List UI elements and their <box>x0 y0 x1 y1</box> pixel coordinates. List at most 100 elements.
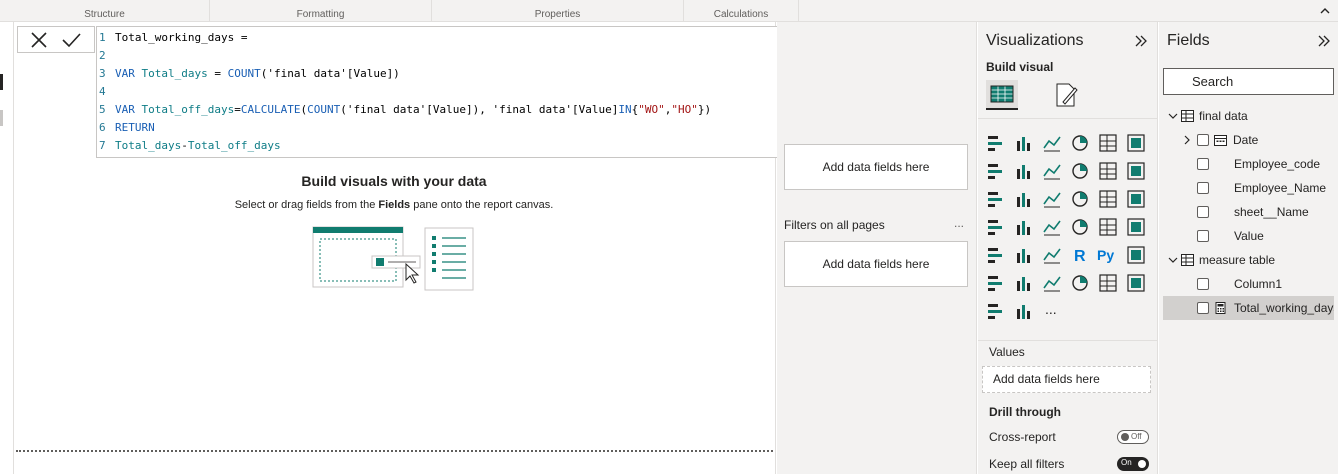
field-table-0[interactable]: final data <box>1163 104 1334 128</box>
stacked-bar-chart-icon[interactable] <box>985 132 1007 154</box>
clustered-column-chart-icon[interactable] <box>1069 132 1091 154</box>
ribbon-collapse-icon[interactable] <box>1318 4 1332 18</box>
pie-chart-icon[interactable] <box>1069 188 1091 210</box>
field-item-employee-code[interactable]: Employee_code <box>1163 152 1334 176</box>
100-stacked-column-chart-icon[interactable] <box>1125 132 1147 154</box>
stacked-area-chart-icon[interactable] <box>1041 160 1063 182</box>
area-chart-icon[interactable] <box>1013 160 1035 182</box>
formula-token: ('final data'[Value]) <box>260 67 400 80</box>
chevron-down-icon[interactable] <box>1167 254 1179 266</box>
formula-line[interactable]: 2 <box>97 47 115 65</box>
r-visual-icon[interactable]: R <box>1069 244 1091 266</box>
funnel-chart-icon[interactable] <box>1013 188 1035 210</box>
field-item-sheet-name[interactable]: sheet__Name <box>1163 200 1334 224</box>
field-checkbox[interactable] <box>1197 182 1209 194</box>
card-icon[interactable] <box>1069 216 1091 238</box>
canvas-empty-subtitle: Select or drag fields from the Fields pa… <box>114 199 674 211</box>
build-visual-label: Build visual <box>986 60 1054 74</box>
python-visual-icon[interactable]: Py <box>1097 244 1119 266</box>
ribbon-group-calculations: Calculations <box>684 0 799 22</box>
waterfall-chart-icon[interactable] <box>985 188 1007 210</box>
formula-token: VAR <box>115 103 142 116</box>
collapse-pane-icon[interactable] <box>1134 34 1148 48</box>
line-and-column-chart-icon[interactable] <box>1069 160 1091 182</box>
formula-line[interactable]: 3 VAR Total_days = COUNT('final data'[Val… <box>97 65 400 83</box>
calculator-icon <box>1215 302 1226 314</box>
qa-icon[interactable] <box>1013 272 1035 294</box>
field-checkbox[interactable] <box>1197 230 1209 242</box>
kpi-icon[interactable] <box>1125 216 1147 238</box>
filters-all-pages-drop-zone[interactable]: Add data fields here <box>784 241 968 287</box>
field-table-1[interactable]: measure table <box>1163 248 1334 272</box>
donut-chart-icon[interactable] <box>1097 188 1119 210</box>
field-checkbox[interactable] <box>1197 158 1209 170</box>
key-influencers-icon[interactable] <box>1125 244 1147 266</box>
paginated-report-icon[interactable] <box>1097 272 1119 294</box>
smart-narrative-icon[interactable] <box>1041 272 1063 294</box>
cancel-formula-button[interactable] <box>28 30 50 50</box>
formula-token: CALCULATE <box>240 103 301 116</box>
field-checkbox[interactable] <box>1197 206 1209 218</box>
matrix-icon[interactable] <box>1041 244 1063 266</box>
format-visual-icon[interactable] <box>1053 82 1079 108</box>
line-clustered-column-chart-icon[interactable] <box>1097 160 1119 182</box>
line-number: 2 <box>99 49 106 62</box>
chevron-right-icon[interactable] <box>1181 134 1193 146</box>
field-item-date[interactable]: Date <box>1163 128 1334 152</box>
checkmark-icon <box>62 33 81 48</box>
values-label: Values <box>989 345 1025 359</box>
formula-line[interactable]: 6 RETURN <box>97 119 155 137</box>
filters-pane: Add data fields here Filters on all page… <box>777 22 977 474</box>
formula-line[interactable]: 7 Total_days-Total_off_days <box>97 137 281 155</box>
multi-row-card-icon[interactable] <box>1097 216 1119 238</box>
trophy-icon[interactable] <box>1069 272 1091 294</box>
filters-on-page-drop-zone[interactable]: Add data fields here <box>784 144 968 190</box>
collapse-fields-icon[interactable] <box>1317 34 1331 48</box>
values-drop-zone[interactable]: Add data fields here <box>982 366 1151 393</box>
commit-formula-button[interactable] <box>60 30 82 50</box>
treemap-icon[interactable] <box>1125 188 1147 210</box>
table-view-icon[interactable] <box>0 110 3 126</box>
scatter-chart-icon[interactable] <box>1041 188 1063 210</box>
fields-search-input[interactable]: Search <box>1163 68 1334 95</box>
filled-map-icon[interactable] <box>1013 216 1035 238</box>
field-checkbox[interactable] <box>1197 134 1209 146</box>
map-icon[interactable] <box>985 216 1007 238</box>
gauge-icon[interactable] <box>1041 216 1063 238</box>
power-apps-icon[interactable] <box>985 300 1007 322</box>
slicer-icon[interactable] <box>985 244 1007 266</box>
cross-report-toggle[interactable]: Off <box>1117 430 1149 444</box>
build-visual-tab[interactable] <box>986 80 1018 110</box>
100-stacked-bar-chart-icon[interactable] <box>1097 132 1119 154</box>
line-chart-icon[interactable] <box>985 160 1007 182</box>
formula-line[interactable]: 4 <box>97 83 115 101</box>
table-icon[interactable] <box>1013 244 1035 266</box>
field-item-employee-name[interactable]: Employee_Name <box>1163 176 1334 200</box>
chevron-down-icon[interactable] <box>1167 110 1179 122</box>
keep-all-filters-toggle[interactable]: On <box>1117 457 1149 471</box>
page-view-strip <box>0 22 14 474</box>
more-visuals-icon[interactable]: ... <box>1041 300 1063 322</box>
field-checkbox[interactable] <box>1197 278 1209 290</box>
field-item-column1[interactable]: Column1 <box>1163 272 1334 296</box>
field-name: sheet__Name <box>1234 205 1309 219</box>
report-view-indicator[interactable] <box>0 74 3 90</box>
close-icon <box>31 32 47 48</box>
formula-line[interactable]: 5 VAR Total_off_days=CALCULATE(COUNT('fin… <box>97 101 711 119</box>
field-checkbox[interactable] <box>1197 302 1209 314</box>
stacked-column-chart-icon[interactable] <box>1013 132 1035 154</box>
formula-token: Total_working_days = <box>115 31 248 44</box>
ribbon-chart-icon[interactable] <box>1125 160 1147 182</box>
ribbon-group-formatting: Formatting <box>210 0 432 22</box>
filters-more-options[interactable]: ... <box>954 216 964 230</box>
decomposition-tree-icon[interactable] <box>985 272 1007 294</box>
formula-token: "HO" <box>671 103 698 116</box>
field-item-value[interactable]: Value <box>1163 224 1334 248</box>
arcgis-map-icon[interactable] <box>1125 272 1147 294</box>
field-item-total-working-days[interactable]: Total_working_days <box>1163 296 1334 320</box>
formula-token: ('final data'[Value]), 'final data'[Valu… <box>340 103 619 116</box>
power-automate-icon[interactable] <box>1013 300 1035 322</box>
viz-separator-2 <box>978 340 1157 341</box>
formula-line[interactable]: 1 Total_working_days = <box>97 29 247 47</box>
clustered-bar-chart-icon[interactable] <box>1041 132 1063 154</box>
